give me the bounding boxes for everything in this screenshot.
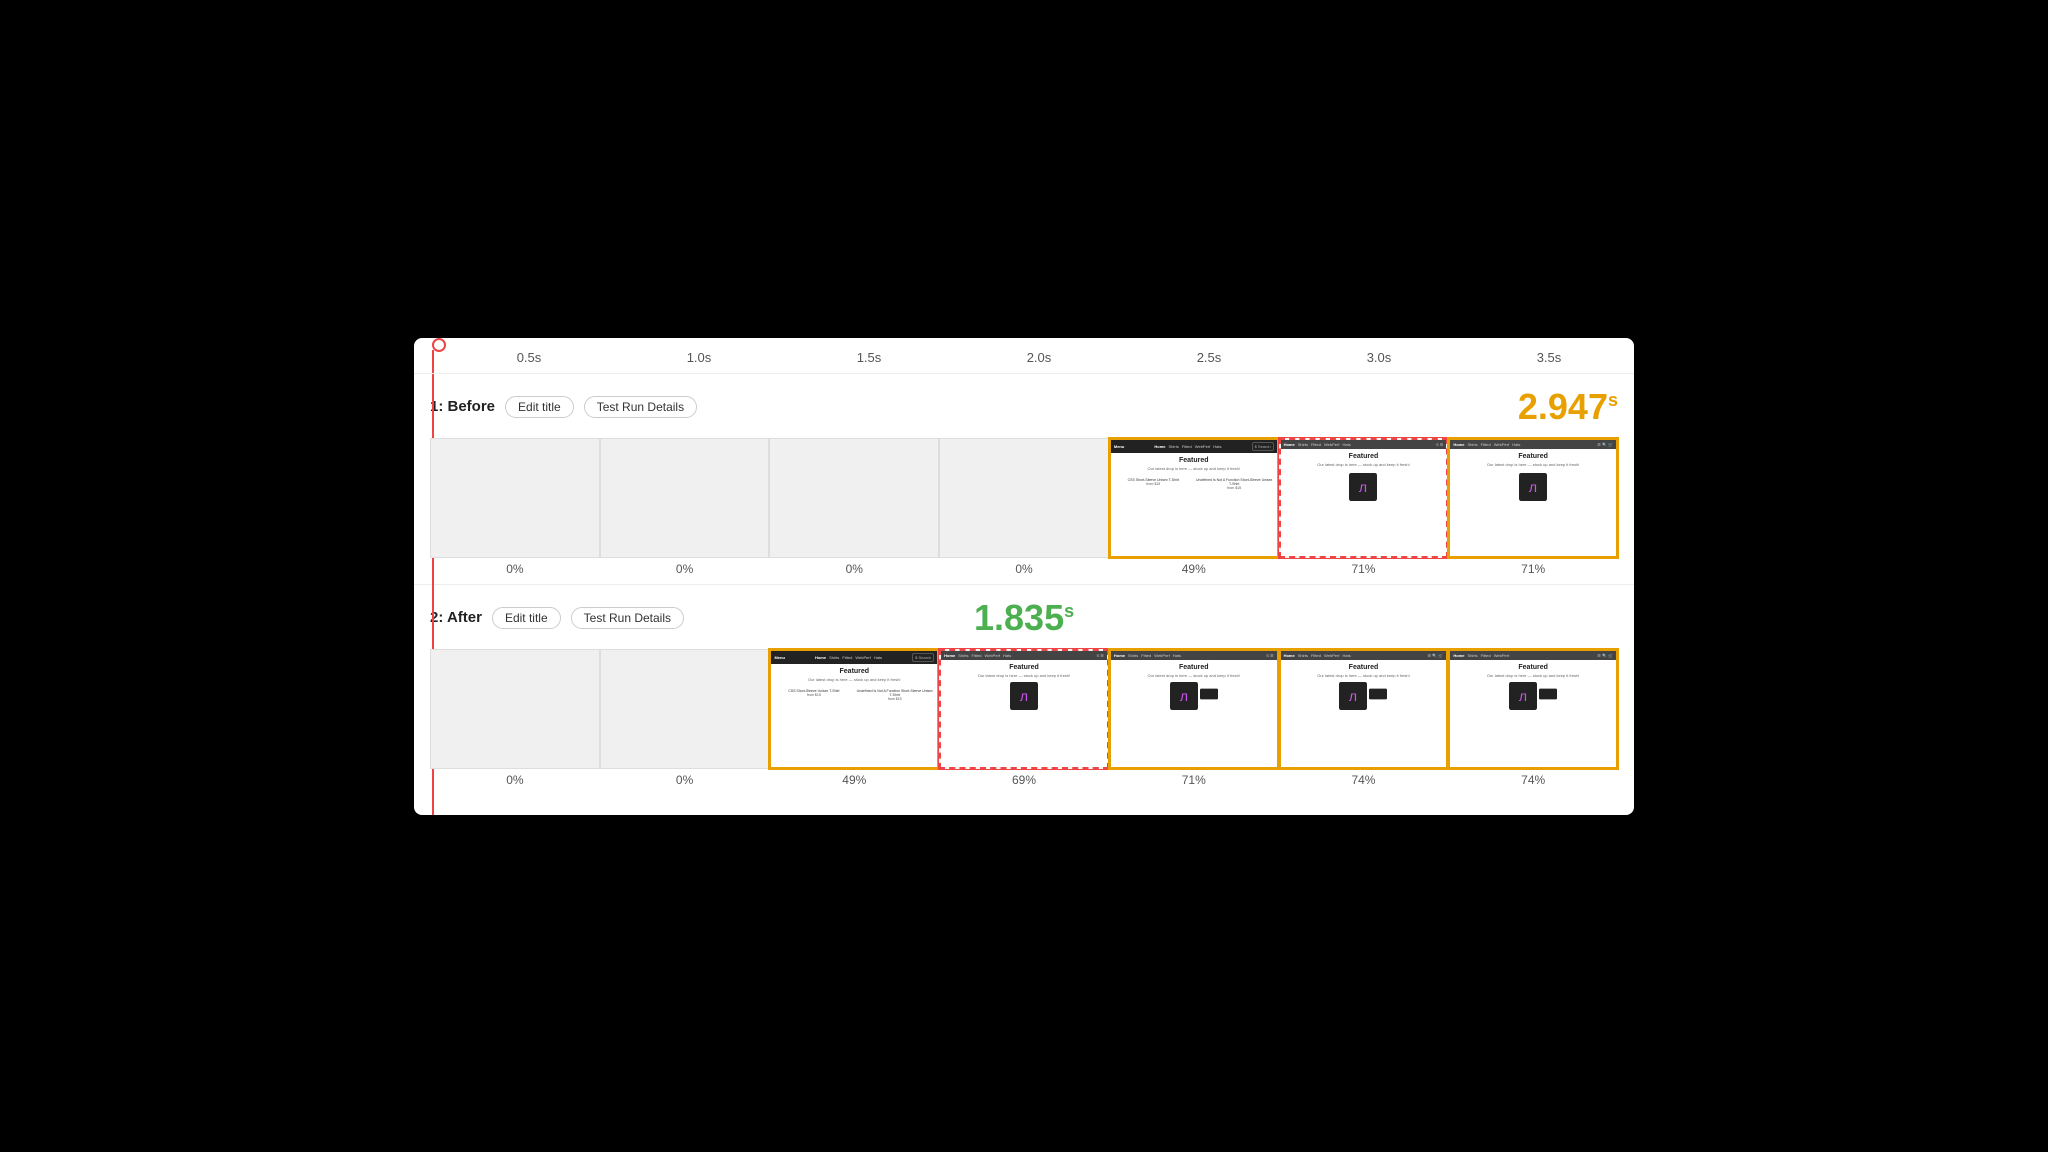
before-pct-4: 49% [1182, 562, 1206, 576]
before-score: 2.947s [1518, 386, 1618, 428]
after-pct-3: 69% [1012, 773, 1036, 787]
before-pct-0: 0% [506, 562, 523, 576]
before-header: 1: Before Edit title Test Run Details 2.… [430, 386, 1618, 428]
svg-text:л: л [1519, 688, 1527, 704]
after-pct-4: 71% [1182, 773, 1206, 787]
after-mini-browser-6: Home Shirts Fitted WebPerf ☰ 🔍 🛒 Feature… [1450, 651, 1616, 767]
after-hat-5 [1369, 688, 1387, 700]
after-test-run-button[interactable]: Test Run Details [571, 607, 684, 629]
before-pct-5: 71% [1351, 562, 1375, 576]
timeline-label-6: 3.5s [1464, 350, 1634, 365]
after-hat-4 [1200, 688, 1218, 700]
after-pct-1: 0% [676, 773, 693, 787]
after-thumb-5: Home Shirts Fitted WebPerf Hats ☰ 🔍 🛒 Fe… [1279, 649, 1449, 769]
before-nav-4: Menu Home Shirts Fitted WebPerf Hats $ S… [1111, 440, 1277, 453]
before-thumb-1 [600, 438, 770, 558]
svg-text:л: л [1180, 688, 1188, 704]
after-thumb-6: Home Shirts Fitted WebPerf ☰ 🔍 🛒 Feature… [1448, 649, 1618, 769]
before-title: 1: Before [430, 398, 495, 415]
after-pct-6: 74% [1521, 773, 1545, 787]
after-title: 2: After [430, 609, 482, 626]
before-pct-6: 71% [1521, 562, 1545, 576]
before-frame-1: 0% [600, 438, 770, 576]
main-container: 0.5s 1.0s 1.5s 2.0s 2.5s 3.0s 3.5s 1: Be… [414, 338, 1634, 815]
after-mini-browser-5: Home Shirts Fitted WebPerf Hats ☰ 🔍 🛒 Fe… [1281, 651, 1447, 767]
after-score: 1.835s [974, 597, 1074, 639]
after-mini-browser-2: Menu Home Shirts Fitted WebPerf Hats $ S… [771, 651, 937, 767]
timeline-label-0: 0.5s [444, 350, 614, 365]
svg-text:л: л [1359, 479, 1367, 495]
before-section: 1: Before Edit title Test Run Details 2.… [414, 374, 1634, 585]
before-test-run-button[interactable]: Test Run Details [584, 396, 697, 418]
before-mini-browser-4: Menu Home Shirts Fitted WebPerf Hats $ S… [1111, 440, 1277, 556]
timeline-label-2: 1.5s [784, 350, 954, 365]
svg-text:л: л [1020, 688, 1028, 704]
after-thumb-4: Home Shirts Fitted WebPerf Hats S ☰ Feat… [1109, 649, 1279, 769]
before-edit-title-button[interactable]: Edit title [505, 396, 574, 418]
before-frame-5: Home Shirts Fitted WebPerf Hats S ☰ Feat… [1279, 438, 1449, 576]
before-thumb-3 [939, 438, 1109, 558]
before-thumb-5: Home Shirts Fitted WebPerf Hats S ☰ Feat… [1279, 438, 1449, 558]
after-frame-1: 0% [600, 649, 770, 787]
after-header: 2: After Edit title Test Run Details 1.8… [430, 597, 1618, 639]
after-pct-0: 0% [506, 773, 523, 787]
after-frame-5: Home Shirts Fitted WebPerf Hats ☰ 🔍 🛒 Fe… [1279, 649, 1449, 787]
tshirt-svg: л [1349, 473, 1377, 501]
after-filmstrip: 0% 0% Menu Home Shirts Fitted [430, 649, 1618, 787]
timeline-label-5: 3.0s [1294, 350, 1464, 365]
after-thumb-2: Menu Home Shirts Fitted WebPerf Hats $ S… [769, 649, 939, 769]
timeline-header: 0.5s 1.0s 1.5s 2.0s 2.5s 3.0s 3.5s [414, 338, 1634, 374]
before-score-value: 2.947 [1518, 386, 1608, 427]
after-frame-2: Menu Home Shirts Fitted WebPerf Hats $ S… [769, 649, 939, 787]
before-thumb-2 [769, 438, 939, 558]
tshirt-svg-2: л [1519, 473, 1547, 501]
after-section: 2: After Edit title Test Run Details 1.8… [414, 585, 1634, 795]
timeline-label-4: 2.5s [1124, 350, 1294, 365]
timeline-label-3: 2.0s [954, 350, 1124, 365]
before-frame-0: 0% [430, 438, 600, 576]
after-mini-browser-3: Home Shirts Fitted WebPerf Hats S ☰ Feat… [941, 651, 1107, 767]
after-mini-browser-4: Home Shirts Fitted WebPerf Hats S ☰ Feat… [1111, 651, 1277, 767]
after-score-value: 1.835 [974, 597, 1064, 638]
after-thumb-3: Home Shirts Fitted WebPerf Hats S ☰ Feat… [939, 649, 1109, 769]
before-thumb-0 [430, 438, 600, 558]
after-tshirt-4: л [1170, 682, 1198, 710]
before-frame-4: Menu Home Shirts Fitted WebPerf Hats $ S… [1109, 438, 1279, 576]
before-frame-6: Home Shirts Fitted WebPerf Hats ☰ 🔍 🛒 Fe… [1448, 438, 1618, 576]
before-filmstrip: 0% 0% 0% 0% Menu [430, 438, 1618, 576]
after-thumb-1 [600, 649, 770, 769]
before-frame-2: 0% [769, 438, 939, 576]
before-pct-3: 0% [1015, 562, 1032, 576]
before-score-unit: s [1608, 390, 1618, 410]
after-tshirt-3: л [1010, 682, 1038, 710]
after-pct-5: 74% [1351, 773, 1375, 787]
after-tshirt-5: л [1339, 682, 1367, 710]
after-edit-title-button[interactable]: Edit title [492, 607, 561, 629]
after-score-unit: s [1064, 601, 1074, 621]
after-pct-2: 49% [842, 773, 866, 787]
before-thumb-6: Home Shirts Fitted WebPerf Hats ☰ 🔍 🛒 Fe… [1448, 438, 1618, 558]
before-frame-3: 0% [939, 438, 1109, 576]
timeline-marker [432, 338, 446, 352]
after-frame-6: Home Shirts Fitted WebPerf ☰ 🔍 🛒 Feature… [1448, 649, 1618, 787]
before-thumb-4: Menu Home Shirts Fitted WebPerf Hats $ S… [1109, 438, 1279, 558]
after-frame-3: Home Shirts Fitted WebPerf Hats S ☰ Feat… [939, 649, 1109, 787]
after-tshirt-6: л [1509, 682, 1537, 710]
after-thumb-0 [430, 649, 600, 769]
before-pct-1: 0% [676, 562, 693, 576]
before-pct-2: 0% [846, 562, 863, 576]
after-frame-0: 0% [430, 649, 600, 787]
before-mini-browser-6: Home Shirts Fitted WebPerf Hats ☰ 🔍 🛒 Fe… [1450, 440, 1616, 556]
svg-text:л: л [1529, 479, 1537, 495]
after-frame-4: Home Shirts Fitted WebPerf Hats S ☰ Feat… [1109, 649, 1279, 787]
before-mini-browser-5: Home Shirts Fitted WebPerf Hats S ☰ Feat… [1281, 440, 1447, 556]
timeline-label-1: 1.0s [614, 350, 784, 365]
timeline-labels: 0.5s 1.0s 1.5s 2.0s 2.5s 3.0s 3.5s [444, 350, 1634, 365]
svg-text:л: л [1349, 688, 1357, 704]
after-hat-6 [1539, 688, 1557, 700]
